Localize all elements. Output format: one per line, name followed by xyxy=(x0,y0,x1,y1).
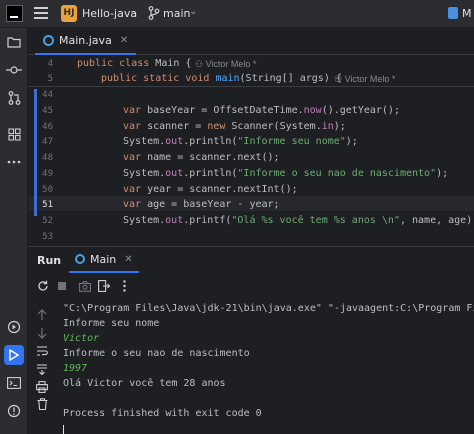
close-icon[interactable]: ✕ xyxy=(120,35,128,46)
trash-icon[interactable] xyxy=(35,397,49,411)
user-icon: ⚇ xyxy=(334,74,345,84)
console-line: "C:\Program Files\Java\jdk-21\bin\java.e… xyxy=(63,303,474,314)
exit-icon[interactable] xyxy=(97,279,111,293)
code-editor[interactable]: 4 5 44 45 46 47 48 49 50 51 52 53 public… xyxy=(29,56,474,245)
console-line: Informe o seu nao de nascimento xyxy=(63,348,250,359)
git-branch-icon[interactable] xyxy=(148,6,160,20)
line-number: 4 xyxy=(47,59,53,69)
structure-icon[interactable] xyxy=(4,124,24,144)
more-tools-icon[interactable] xyxy=(4,152,24,172)
code-line: public class Main { xyxy=(77,58,192,69)
print-icon[interactable] xyxy=(35,380,49,394)
line-number: 52 xyxy=(42,216,53,226)
arrow-down-icon[interactable] xyxy=(35,326,49,340)
tab-run-main[interactable]: Main ✕ xyxy=(69,247,139,273)
stop-icon[interactable] xyxy=(55,279,69,293)
run-config-label[interactable]: M xyxy=(462,7,472,20)
title-bar: HJ Hello-java ⌄ main ⌄ M xyxy=(0,0,474,28)
console-line: Olá Victor você tem 28 anos xyxy=(63,378,226,389)
console-input-line: Victor xyxy=(63,333,100,344)
sticky-lines-separator xyxy=(29,86,474,87)
camera-icon[interactable] xyxy=(78,279,92,293)
run-toolbar xyxy=(29,274,474,298)
editor-tab-bar: Main.java ✕ xyxy=(29,28,474,55)
terminal-icon[interactable] xyxy=(4,373,24,393)
line-number: 44 xyxy=(42,90,53,100)
line-number: 53 xyxy=(42,232,53,242)
line-number: 46 xyxy=(42,122,53,132)
run-tab-label: Main xyxy=(90,252,117,266)
console-line: Informe seu nome xyxy=(63,318,160,329)
console-line: Process finished with exit code 0 xyxy=(63,408,262,419)
run-tool-icon[interactable] xyxy=(4,345,24,365)
rerun-icon[interactable] xyxy=(36,279,50,293)
commit-icon[interactable] xyxy=(4,60,24,80)
console-output[interactable]: "C:\Program Files\Java\jdk-21\bin\java.e… xyxy=(63,298,474,434)
run-config-icon[interactable] xyxy=(448,7,458,19)
soft-wrap-icon[interactable] xyxy=(35,344,49,358)
chevron-down-icon[interactable]: ⌄ xyxy=(129,6,137,17)
branch-name[interactable]: main xyxy=(163,7,190,20)
close-icon[interactable]: ✕ xyxy=(124,254,132,265)
code-line: var year = scanner.nextInt(); xyxy=(123,184,298,195)
author-hint[interactable]: ⚇ Victor Melo * xyxy=(334,74,395,85)
line-number: 5 xyxy=(47,74,53,84)
author-hint[interactable]: ⚇ Victor Melo * xyxy=(195,59,256,70)
line-number: 50 xyxy=(42,185,53,195)
line-number: 49 xyxy=(42,169,53,179)
code-line: System.out.printf("Olá %s você tem %s an… xyxy=(123,215,474,226)
console-input-line: 1997 xyxy=(63,363,88,374)
code-line: var name = scanner.next(); xyxy=(123,152,280,163)
code-line: System.out.println("Informe seu nome"); xyxy=(123,136,358,147)
line-number: 51 xyxy=(42,200,53,210)
tab-label: Main.java xyxy=(59,34,112,47)
console-side-toolbar xyxy=(29,298,55,434)
java-class-icon xyxy=(43,35,54,46)
line-number: 48 xyxy=(42,153,53,163)
java-class-icon xyxy=(75,254,85,264)
more-options-icon[interactable] xyxy=(117,279,131,293)
main-menu-icon[interactable] xyxy=(34,7,48,20)
arrow-up-icon[interactable] xyxy=(35,308,49,322)
text-caret xyxy=(63,425,64,434)
line-number: 47 xyxy=(42,137,53,147)
pull-requests-icon[interactable] xyxy=(4,88,24,108)
folder-icon[interactable] xyxy=(4,32,24,52)
scroll-to-end-icon[interactable] xyxy=(35,362,49,376)
run-panel-header: Run Main ✕ xyxy=(29,246,474,273)
tab-main-java[interactable]: Main.java ✕ xyxy=(35,28,137,55)
intellij-logo-icon xyxy=(6,5,23,22)
chevron-down-icon[interactable]: ⌄ xyxy=(189,6,197,17)
code-line: public static void main(String[] args) { xyxy=(101,73,342,84)
code-line: var baseYear = OffsetDateTime.now().getY… xyxy=(123,105,400,116)
code-line: System.out.println("Informe o seu nao de… xyxy=(123,168,449,179)
code-line: var scanner = new Scanner(System.in); xyxy=(123,121,346,132)
services-icon[interactable] xyxy=(4,317,24,337)
problems-icon[interactable] xyxy=(4,401,24,421)
user-icon: ⚇ xyxy=(195,59,206,69)
project-badge[interactable]: HJ xyxy=(61,5,77,22)
code-line: var age = baseYear - year; xyxy=(123,199,280,210)
tool-window-strip xyxy=(0,28,28,434)
line-number: 45 xyxy=(42,106,53,116)
run-panel-title: Run xyxy=(37,254,62,267)
